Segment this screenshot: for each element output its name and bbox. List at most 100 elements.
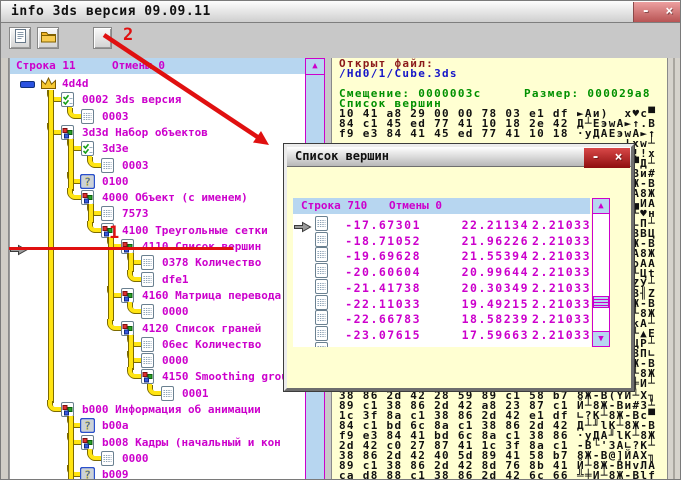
tree-item[interactable]: b008 Кадры (начальный и кон [10, 434, 305, 451]
popup-close-button[interactable]: × [611, 149, 627, 167]
tree-item[interactable]: 4110 Список вершин [10, 238, 305, 255]
tree-item[interactable]: 0000 [10, 450, 305, 467]
tree-item-label: 0100 [102, 175, 129, 188]
tree-item-label: dfe1 [162, 273, 189, 286]
tree-item[interactable]: 4150 Smoothing group li [10, 368, 305, 385]
vertex-z-value: 2.21033 [503, 218, 591, 232]
cubes-icon [60, 125, 77, 140]
scroll-up-icon[interactable]: ▲ [593, 199, 609, 214]
vertex-x-value: -17.67301 [333, 218, 421, 232]
tree-item[interactable]: 3d3e [10, 140, 305, 157]
tree-item[interactable]: 0002 3ds версия [10, 91, 305, 108]
table-icon [314, 310, 331, 325]
vertex-row[interactable] [293, 342, 591, 347]
vertex-x-value: -18.71052 [333, 234, 421, 248]
vertex-row[interactable]: -21.4173820.303492.21033 [293, 279, 591, 295]
tree-item[interactable]: ? b009 [10, 466, 305, 480]
tree-item[interactable]: b000 Информация об анимации [10, 401, 305, 418]
question-icon: ? [80, 467, 97, 480]
tree-item[interactable]: 3d3d Набор объектов [10, 124, 305, 141]
svg-text:?: ? [84, 420, 91, 433]
tree-item-label: b009 [102, 468, 129, 480]
file-path: /Hd0/1/Cube.3ds [339, 69, 458, 79]
tree-item-label: 4000 Объект (с именем) [102, 191, 248, 204]
table-icon [100, 206, 117, 221]
check-icon [60, 92, 77, 107]
vertex-z-value: 2.21033 [503, 312, 591, 326]
popup-minimize-button[interactable]: - [588, 149, 604, 167]
tree-item-label: b000 Информация об анимации [82, 403, 261, 416]
table-icon [314, 279, 331, 294]
table-icon [314, 216, 331, 231]
vertex-row[interactable]: -19.6962821.553942.21033 [293, 247, 591, 263]
popup-status-bar: Строка 710 Отмены 0 [293, 198, 590, 214]
table-icon [140, 304, 157, 319]
vertex-row[interactable]: -18.7105221.962262.21033 [293, 232, 591, 248]
size-label: Размер: 000029a8 [524, 89, 651, 99]
tree-item-label: 0000 [162, 305, 189, 318]
vertex-x-value: -23.07615 [333, 328, 421, 342]
new-file-button[interactable] [9, 27, 31, 49]
tree-item[interactable]: 4100 Треугольные сетки [10, 222, 305, 239]
tree-item[interactable]: 7573 [10, 205, 305, 222]
table-icon [314, 326, 331, 341]
tree-item-label: 3d3d Набор объектов [82, 126, 208, 139]
right-scroll-strip[interactable] [667, 58, 681, 480]
popup-title-bar[interactable]: Список вершин - × [287, 147, 631, 167]
vertex-row[interactable]: -22.6678318.582392.21033 [293, 310, 591, 326]
tree-item[interactable]: 06ec Количество [10, 336, 305, 353]
popup-scrollbar[interactable]: ▲ ▼ [592, 198, 610, 347]
hex-line: ca d8 88 c1 38 86 2d 42 6c 66╩╪И┴8Ж-Вlf [339, 471, 656, 480]
vertex-z-value: 2.21033 [503, 281, 591, 295]
cubes-icon [80, 190, 97, 205]
cubes-icon [60, 402, 77, 417]
new-file-icon [12, 28, 28, 48]
scroll-down-icon[interactable]: ▼ [593, 331, 609, 346]
tree-item[interactable]: 0000 [10, 303, 305, 320]
table-icon [314, 232, 331, 247]
tree-item[interactable]: 0378 Количество [10, 254, 305, 271]
vertex-z-value: 2.21033 [503, 265, 591, 279]
minimize-button[interactable]: - [638, 3, 654, 21]
vertex-z-value: 2.21033 [503, 234, 591, 248]
hex-bytes: f9 e3 84 41 45 ed 77 41 10 18 [339, 129, 577, 139]
vertex-z-value: 2.21033 [503, 249, 591, 263]
vertex-row[interactable]: -20.6060420.996442.21033 [293, 263, 591, 279]
close-button[interactable]: × [661, 3, 677, 21]
tree-item[interactable]: dfe1 [10, 271, 305, 288]
vertex-list-window: Список вершин - × Строка 710 Отмены 0 -1… [284, 144, 634, 391]
table-icon [140, 353, 157, 368]
vertex-row[interactable]: -17.6730122.211342.21033 [293, 216, 591, 232]
left-scroll-strip[interactable] [1, 58, 9, 480]
scroll-up-icon[interactable]: ▲ [306, 59, 324, 75]
tree-item-label: 0000 [122, 452, 149, 465]
open-folder-icon [40, 29, 57, 48]
tree-item-label: b008 Кадры (начальный и кон [102, 436, 281, 449]
tree-trunk-line [69, 465, 73, 480]
open-file-button[interactable] [37, 27, 59, 49]
tree-item[interactable]: 4000 Объект (с именем) [10, 189, 305, 206]
tree-item[interactable]: ?b00a [10, 417, 305, 434]
vertex-row[interactable]: -22.1103319.492152.21033 [293, 295, 591, 311]
title-bar[interactable]: info 3ds версия 09.09.11 - × [1, 1, 681, 23]
vertex-row[interactable]: -23.0761517.596632.21033 [293, 326, 591, 342]
scrollbar-thumb[interactable] [593, 296, 609, 308]
tree-undo-counter: Отмены 0 [112, 58, 165, 74]
table-icon [314, 263, 331, 278]
popup-undo-counter: Отмены 0 [389, 198, 442, 214]
tree-item-label: 4110 Список вершин [142, 240, 261, 253]
collapse-minus-icon[interactable] [20, 81, 35, 88]
tree-item-label: 06ec Количество [162, 338, 261, 351]
tree-item[interactable]: 0000 [10, 352, 305, 369]
blank-toolbar-button[interactable] [93, 27, 112, 49]
tree-item[interactable]: 4120 Список граней [10, 320, 305, 337]
tree-item[interactable]: 0003 [10, 157, 305, 174]
table-icon [160, 386, 177, 401]
tree-item[interactable]: ?0100 [10, 173, 305, 190]
vertex-list: -17.6730122.211342.21033-18.7105221.9622… [293, 214, 591, 347]
question-icon: ? [80, 418, 97, 433]
vertex-z-value: 2.21033 [503, 297, 591, 311]
table-icon [100, 451, 117, 466]
vertex-x-value: -20.60604 [333, 265, 421, 279]
tree-item[interactable]: 4160 Матрица перевода [10, 287, 305, 304]
